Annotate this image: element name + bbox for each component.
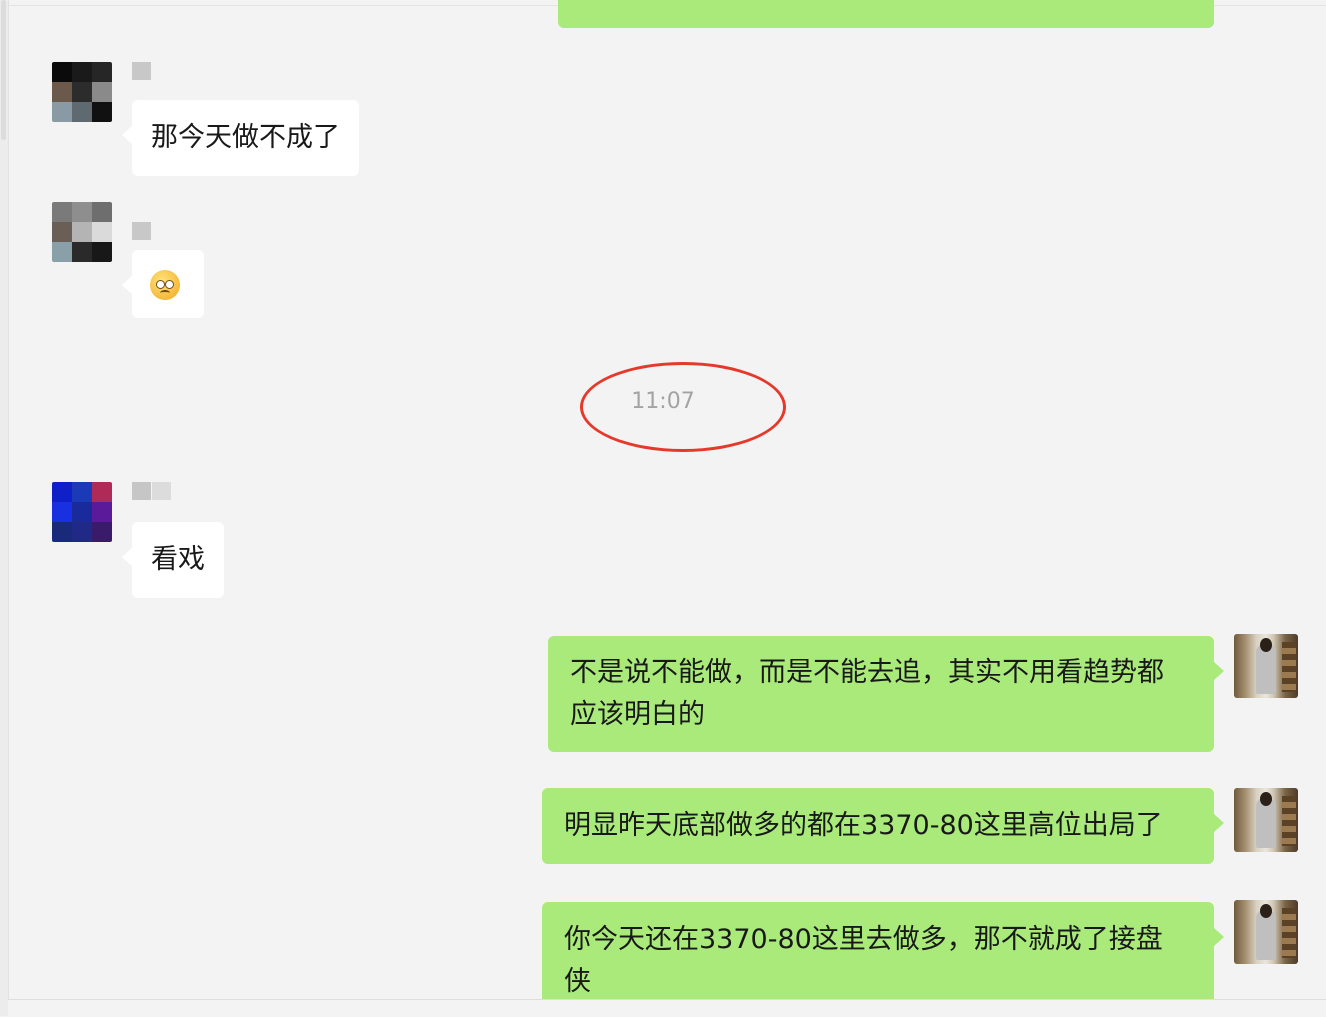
bubble-tail bbox=[122, 126, 132, 144]
self-avatar[interactable] bbox=[1234, 900, 1298, 964]
pleading-face-emoji-icon bbox=[150, 270, 180, 300]
message-text-line: 不是说不能做，而是不能去追，其实不用看趋势都 bbox=[570, 657, 1164, 688]
self-avatar[interactable] bbox=[1234, 788, 1298, 852]
bubble-tail bbox=[1214, 928, 1224, 946]
message-text-line: 你今天还在3370-80这里去做多，那不就成了接盘 bbox=[564, 924, 1163, 955]
received-message-bubble[interactable]: 那今天做不成了 bbox=[122, 100, 359, 176]
received-message-bubble[interactable]: 看戏 bbox=[122, 522, 224, 598]
chat-bottom-edge bbox=[8, 999, 1326, 1017]
bubble-tail bbox=[1214, 814, 1224, 832]
message-text-line: 应该明白的 bbox=[570, 699, 705, 730]
message-text-line: 侠 bbox=[564, 966, 591, 997]
message-text: 明显昨天底部做多的都在3370-80这里高位出局了 bbox=[564, 810, 1163, 841]
avatar[interactable] bbox=[52, 482, 112, 542]
sent-message-bubble[interactable]: 明显昨天底部做多的都在3370-80这里高位出局了 bbox=[542, 788, 1224, 864]
sent-message-bubble[interactable]: 不是说不能做，而是不能去追，其实不用看趋势都 应该明白的 bbox=[548, 636, 1224, 752]
bubble-tail bbox=[122, 276, 132, 294]
annotation-circle bbox=[580, 362, 786, 452]
bubble-tail bbox=[1214, 662, 1224, 680]
message-text: 那今天做不成了 bbox=[151, 122, 340, 153]
avatar[interactable] bbox=[52, 62, 112, 122]
self-avatar[interactable] bbox=[1234, 634, 1298, 698]
sent-bubble-partial[interactable] bbox=[558, 0, 1214, 28]
scrollbar-track[interactable] bbox=[0, 0, 9, 1016]
avatar[interactable] bbox=[52, 202, 112, 262]
sender-name-blurred bbox=[132, 222, 151, 240]
sender-name-blurred bbox=[132, 482, 171, 500]
bubble-tail bbox=[122, 548, 132, 566]
message-text: 看戏 bbox=[151, 544, 205, 575]
received-emoji-bubble[interactable] bbox=[122, 250, 204, 318]
scrollbar-thumb[interactable] bbox=[1, 0, 6, 140]
sender-name-blurred bbox=[132, 62, 151, 80]
